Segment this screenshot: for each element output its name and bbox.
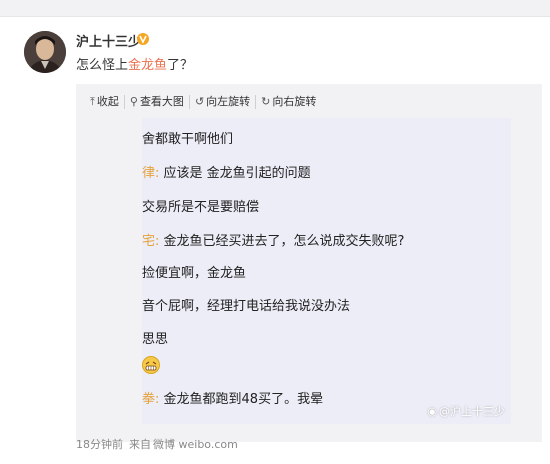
post-text: 怎么怪上金龙鱼了？: [76, 58, 194, 73]
media-viewer: ⤒ 收起 ⚲ 查看大图 ↺ 向左旋转 ↻ 向右旋转 舍都敢干啊他们 律: 应该是…: [76, 84, 542, 442]
media-toolbar: ⤒ 收起 ⚲ 查看大图 ↺ 向左旋转 ↻ 向右旋转: [90, 95, 321, 109]
chat-line: 宅: 金龙鱼已经买进去了，怎么说成交失败呢?: [142, 234, 405, 249]
chat-line: 舍都敢干啊他们: [142, 132, 234, 147]
weibo-post-card: 沪上十三少 怎么怪上金龙鱼了？ ⤒ 收起 ⚲ 查看大图 ↺ 向左旋转 ↻ 向右旋…: [0, 16, 550, 464]
chat-screenshot-image: 舍都敢干啊他们 律: 应该是 金龙鱼引起的问题 交易所是不是要赔偿 宅: 金龙鱼…: [142, 118, 511, 424]
source-prefix: 来自: [129, 438, 151, 451]
magnifier-icon: ⚲: [129, 95, 138, 108]
chat-line: 思思: [142, 332, 169, 347]
chat-line: 律: 应该是 金龙鱼引起的问题: [142, 166, 311, 181]
chat-line: 音个屁啊，经理打电话给我说没办法: [142, 299, 351, 314]
chat-line: 拳: 金龙鱼都跑到48买了。我晕: [142, 392, 324, 407]
source-link[interactable]: 微博 weibo.com: [153, 436, 238, 452]
verified-icon: [137, 33, 149, 45]
post-time[interactable]: 18分钟前: [76, 436, 123, 452]
grin-emoji-icon: [142, 356, 160, 374]
chat-line: 交易所是不是要赔偿: [142, 200, 260, 215]
collapse-button[interactable]: ⤒ 收起: [90, 95, 124, 109]
collapse-icon: ⤒: [90, 95, 95, 108]
user-avatar[interactable]: [24, 31, 66, 73]
rotate-right-button[interactable]: ↻ 向右旋转: [255, 95, 321, 109]
topic-link[interactable]: 金龙鱼: [128, 58, 167, 73]
weibo-logo-icon: ◉: [427, 404, 437, 418]
rotate-right-icon: ↻: [261, 95, 271, 108]
rotate-left-icon: ↺: [194, 95, 205, 108]
post-footer: 18分钟前 来自 微博 weibo.com: [76, 436, 238, 452]
chat-line: 捡便宜啊，金龙鱼: [142, 266, 247, 281]
weibo-watermark: ◉ @沪上十三少: [427, 404, 505, 419]
rotate-left-button[interactable]: ↺ 向左旋转: [188, 95, 255, 109]
username[interactable]: 沪上十三少: [76, 31, 141, 50]
view-large-button[interactable]: ⚲ 查看大图: [123, 95, 189, 109]
